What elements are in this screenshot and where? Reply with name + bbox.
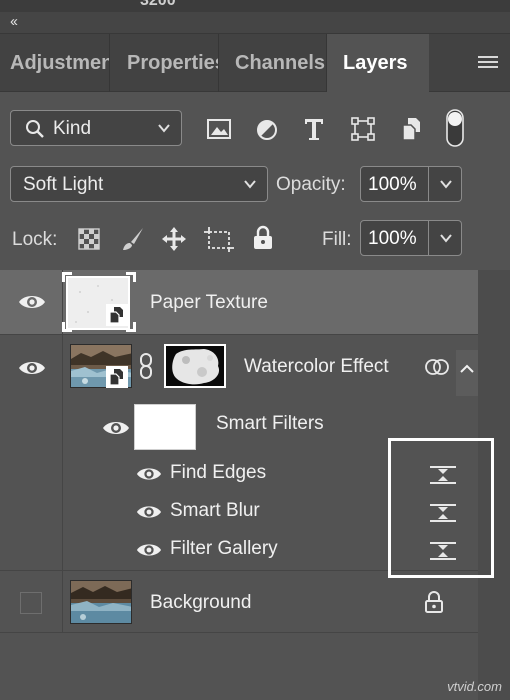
blend-mode-row: Soft Light Opacity: 100% [0, 162, 510, 208]
image-filter-icon[interactable] [206, 118, 232, 140]
watermark: vtvid.com [447, 679, 502, 694]
opacity-value: 100% [368, 174, 417, 195]
lock-artboard-icon[interactable] [204, 225, 234, 253]
lock-all-icon[interactable] [252, 225, 274, 251]
blend-mode-select[interactable]: Soft Light [10, 166, 268, 202]
chevron-down-icon[interactable] [439, 231, 453, 245]
type-filter-icon[interactable] [302, 116, 326, 142]
panel-top-strip: 3200 [0, 0, 510, 12]
panel-collapse-bar[interactable]: ‹‹ [0, 12, 510, 34]
tab-layers[interactable]: Layers [327, 34, 429, 92]
tab-adjustments-label: Adjustments [10, 52, 109, 74]
tab-channels[interactable]: Channels [225, 34, 327, 92]
layer-name[interactable]: Paper Texture [150, 292, 268, 314]
chevron-up-icon [460, 364, 474, 373]
lock-image-pixels-icon[interactable] [120, 226, 146, 252]
visibility-eye-icon[interactable] [18, 292, 46, 312]
layer-mask-thumbnail[interactable] [164, 344, 226, 388]
kind-filter-label: Kind [53, 118, 92, 139]
landscape-image [71, 581, 131, 623]
smart-object-badge-icon [106, 366, 128, 388]
visibility-eye-icon[interactable] [136, 540, 162, 560]
lock-position-icon[interactable] [160, 225, 188, 253]
lock-row: Lock: Fill: 100% [0, 208, 510, 270]
smart-filters-label: Smart Filters [216, 413, 324, 434]
layers-list: Paper Texture Watercolor Effect Smart Fi… [0, 270, 510, 700]
visibility-eye-icon[interactable] [102, 418, 130, 438]
panel-menu-icon[interactable] [478, 56, 498, 70]
chevron-down-icon [158, 124, 170, 133]
chevron-down-icon[interactable] [439, 177, 453, 191]
layer-filter-row: Kind [0, 92, 510, 162]
adjustment-filter-icon[interactable] [255, 118, 279, 142]
background-thumbnail[interactable] [70, 580, 132, 624]
lock-label: Lock: [12, 229, 58, 250]
watercolor-mask-image [166, 346, 224, 386]
panel-tabs: Adjustments Properties Channels Layers [0, 34, 510, 92]
mask-link-icon[interactable] [138, 352, 154, 380]
visibility-eye-icon[interactable] [136, 502, 162, 522]
blend-mode-value: Soft Light [23, 174, 104, 195]
filter-toggle-icon[interactable] [444, 108, 466, 148]
fill-label: Fill: [322, 229, 352, 250]
filter-name: Filter Gallery [170, 538, 278, 559]
shape-filter-icon[interactable] [350, 116, 376, 142]
selection-corner [62, 272, 72, 282]
tab-adjustments[interactable]: Adjustments [0, 34, 110, 92]
smart-filters-mask-thumbnail[interactable] [134, 404, 196, 450]
visibility-eye-icon[interactable] [136, 464, 162, 484]
fill-value: 100% [368, 228, 417, 249]
expand-toggle[interactable] [456, 350, 478, 396]
lock-icon[interactable] [424, 590, 444, 614]
smart-filters-icon[interactable] [424, 356, 450, 378]
opacity-label: Opacity: [276, 174, 346, 195]
selection-corner [62, 322, 72, 332]
layer-name[interactable]: Background [150, 592, 251, 614]
search-icon [26, 120, 44, 138]
visibility-toggle-off[interactable] [20, 592, 42, 614]
filter-name: Find Edges [170, 462, 267, 483]
smart-object-filter-icon[interactable] [400, 116, 424, 142]
opacity-field[interactable]: 100% [360, 166, 462, 202]
tab-layers-label: Layers [343, 52, 408, 74]
highlight-annotation-box [388, 438, 494, 578]
kind-filter-select[interactable]: Kind [10, 110, 182, 146]
collapse-panel-icon[interactable]: ‹‹ [10, 13, 18, 30]
selection-corner [126, 322, 136, 332]
cropped-header-text: 3200 [140, 0, 176, 9]
tab-properties-label: Properties [127, 52, 219, 74]
fill-field[interactable]: 100% [360, 220, 462, 256]
lock-transparent-pixels-icon[interactable] [78, 228, 100, 250]
selection-corner [126, 272, 136, 282]
smart-object-badge-icon [106, 304, 128, 326]
visibility-eye-icon[interactable] [18, 358, 46, 378]
chevron-down-icon [244, 180, 256, 189]
layer-name[interactable]: Watercolor Effect [244, 356, 389, 378]
filter-name: Smart Blur [170, 500, 260, 521]
tab-properties[interactable]: Properties [117, 34, 219, 92]
tab-channels-label: Channels [235, 52, 326, 74]
